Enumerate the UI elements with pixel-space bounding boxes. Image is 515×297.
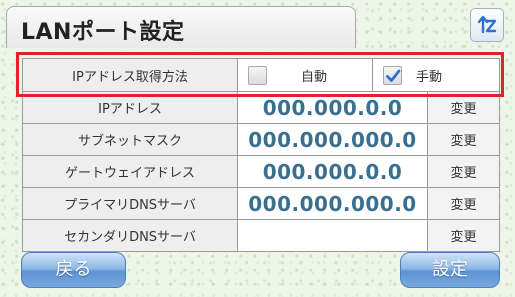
lan-settings-table: IPアドレス取得方法 自動 手動 IPアドレス 000.000.0.0 変更 サ… bbox=[22, 58, 501, 252]
ip-address-value: 000.000.0.0 bbox=[237, 91, 428, 124]
secondary-dns-change-button[interactable]: 変更 bbox=[426, 219, 501, 252]
ip-method-label: IPアドレス取得方法 bbox=[22, 58, 238, 92]
sort-toggle-button[interactable] bbox=[470, 8, 504, 42]
manual-checkbox[interactable] bbox=[383, 65, 402, 85]
secondary-dns-row: セカンダリDNSサーバ 変更 bbox=[22, 219, 501, 252]
subnet-mask-value: 000.000.000.0 bbox=[237, 123, 428, 156]
page-title: LANポート設定 bbox=[21, 20, 185, 45]
primary-dns-value: 000.000.000.0 bbox=[237, 187, 428, 220]
primary-dns-change-button[interactable]: 変更 bbox=[426, 187, 501, 220]
ip-address-row: IPアドレス 000.000.0.0 変更 bbox=[22, 91, 501, 124]
gateway-value: 000.000.0.0 bbox=[237, 155, 428, 188]
back-button[interactable]: 戻る bbox=[21, 252, 126, 288]
auto-label: 自動 bbox=[301, 69, 328, 85]
primary-dns-row: プライマリDNSサーバ 000.000.000.0 変更 bbox=[22, 187, 501, 220]
manual-option[interactable]: 手動 bbox=[371, 58, 501, 92]
gateway-label: ゲートウェイアドレス bbox=[22, 155, 238, 188]
gateway-row: ゲートウェイアドレス 000.000.0.0 変更 bbox=[22, 155, 501, 188]
subnet-mask-change-button[interactable]: 変更 bbox=[426, 123, 501, 156]
auto-option[interactable]: 自動 bbox=[237, 58, 373, 92]
manual-label: 手動 bbox=[416, 69, 443, 85]
gateway-change-button[interactable]: 変更 bbox=[426, 155, 501, 188]
secondary-dns-value bbox=[237, 219, 428, 252]
secondary-dns-label: セカンダリDNSサーバ bbox=[22, 219, 238, 252]
checkmark-icon bbox=[386, 69, 401, 82]
title-tab: LANポート設定 bbox=[6, 6, 356, 48]
set-button[interactable]: 設定 bbox=[400, 252, 500, 288]
sort-toggle-icon bbox=[477, 15, 497, 34]
ip-method-row: IPアドレス取得方法 自動 手動 bbox=[22, 58, 501, 92]
ip-address-label: IPアドレス bbox=[22, 91, 238, 124]
auto-checkbox[interactable] bbox=[248, 65, 267, 85]
ip-address-change-button[interactable]: 変更 bbox=[426, 91, 501, 124]
subnet-mask-label: サブネットマスク bbox=[22, 123, 238, 156]
primary-dns-label: プライマリDNSサーバ bbox=[22, 187, 238, 220]
subnet-mask-row: サブネットマスク 000.000.000.0 変更 bbox=[22, 123, 501, 156]
